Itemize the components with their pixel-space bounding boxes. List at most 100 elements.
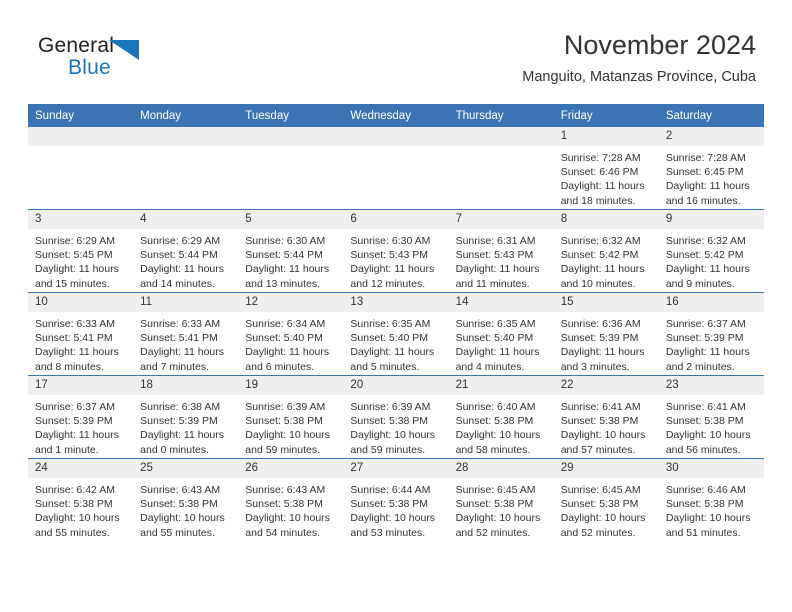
general-blue-logo[interactable]: General Blue (38, 34, 168, 86)
day-details: Sunrise: 6:34 AM Sunset: 5:40 PM Daylight:… (238, 312, 343, 374)
calendar-day-cell[interactable]: 23 Sunrise: 6:41 AM Sunset: 5:38 PM Dayligh… (658, 375, 764, 459)
day-number: 4 (133, 210, 239, 229)
calendar-day-cell[interactable]: 3 Sunrise: 6:29 AM Sunset: 5:45 PM Daylight… (28, 209, 134, 293)
daylight-text-line2: and 14 minutes. (140, 277, 215, 290)
calendar-day-cell[interactable]: 21 Sunrise: 6:40 AM Sunset: 5:38 PM Dayligh… (448, 375, 554, 459)
sunrise-text: Sunrise: 6:41 AM (560, 401, 641, 413)
day-number: 25 (133, 459, 239, 478)
calendar-day-cell[interactable]: 7 Sunrise: 6:31 AM Sunset: 5:43 PM Daylight… (448, 209, 554, 293)
logo-word-blue: Blue (68, 56, 111, 79)
calendar-day-cell[interactable]: 29 Sunrise: 6:45 AM Sunset: 5:38 PM Dayligh… (553, 458, 659, 541)
calendar-day-cell[interactable]: 2 Sunrise: 7:28 AM Sunset: 6:45 PM Daylight… (658, 127, 764, 210)
day-number: 12 (238, 293, 344, 312)
day-number: 16 (658, 293, 764, 312)
calendar-day-cell[interactable]: 16 Sunrise: 6:37 AM Sunset: 5:39 PM Dayligh… (658, 292, 764, 376)
day-details: Sunrise: 6:31 AM Sunset: 5:43 PM Daylight:… (449, 229, 554, 291)
day-number: 17 (28, 376, 134, 395)
calendar-day-cell[interactable]: 17 Sunrise: 6:37 AM Sunset: 5:39 PM Dayligh… (28, 375, 134, 459)
calendar-day-cell[interactable]: 10 Sunrise: 6:33 AM Sunset: 5:41 PM Dayligh… (28, 292, 134, 376)
calendar-day-cell[interactable]: 8 Sunrise: 6:32 AM Sunset: 5:42 PM Daylight… (553, 209, 659, 293)
sunrise-text: Sunrise: 6:29 AM (35, 235, 115, 247)
sunset-text: Sunset: 5:38 PM (665, 498, 744, 511)
weekday-header-friday: Friday (553, 104, 659, 127)
day-number: 1 (553, 127, 659, 146)
calendar-day-cell[interactable]: 12 Sunrise: 6:34 AM Sunset: 5:40 PM Dayligh… (238, 292, 344, 376)
calendar-day-cell[interactable]: 15 Sunrise: 6:36 AM Sunset: 5:39 PM Dayligh… (553, 292, 659, 376)
daylight-text-line2: and 2 minutes. (665, 360, 735, 373)
day-details: Sunrise: 6:36 AM Sunset: 5:39 PM Daylight:… (554, 312, 659, 374)
sunset-text: Sunset: 6:46 PM (560, 166, 639, 179)
daylight-text-line1: Daylight: 11 hours (245, 346, 330, 359)
sunset-text: Sunset: 5:39 PM (140, 415, 218, 428)
calendar-day-cell[interactable]: 4 Sunrise: 6:29 AM Sunset: 5:44 PM Daylight… (133, 209, 239, 293)
daylight-text-line2: and 52 minutes. (560, 526, 636, 539)
calendar-day-cell[interactable]: 22 Sunrise: 6:41 AM Sunset: 5:38 PM Dayligh… (553, 375, 659, 459)
day-details: Sunrise: 6:30 AM Sunset: 5:44 PM Daylight:… (238, 229, 343, 291)
calendar-day-cell[interactable]: 20 Sunrise: 6:39 AM Sunset: 5:38 PM Dayligh… (343, 375, 449, 459)
day-number: 8 (553, 210, 659, 229)
daylight-text-line2: and 54 minutes. (245, 526, 320, 539)
sunset-text: Sunset: 6:45 PM (665, 166, 744, 179)
calendar-day-cell-empty (238, 127, 344, 210)
daylight-text-line2: and 5 minutes. (350, 360, 420, 373)
sunset-text: Sunset: 5:40 PM (245, 332, 323, 345)
daylight-text-line1: Daylight: 10 hours (140, 512, 225, 525)
sunrise-text: Sunrise: 6:38 AM (140, 401, 221, 413)
daylight-text-line1: Daylight: 10 hours (245, 429, 330, 442)
logo-word-general: General (38, 34, 115, 57)
daylight-text-line2: and 1 minute. (35, 443, 99, 456)
day-number: 29 (553, 459, 659, 478)
calendar-day-cell[interactable]: 18 Sunrise: 6:38 AM Sunset: 5:39 PM Dayligh… (133, 375, 239, 459)
daylight-text-line2: and 6 minutes. (245, 360, 315, 373)
daylight-text-line1: Daylight: 11 hours (245, 263, 330, 276)
day-number (133, 127, 239, 146)
day-number: 24 (28, 459, 134, 478)
daylight-text-line2: and 10 minutes. (560, 277, 636, 290)
day-details: Sunrise: 6:39 AM Sunset: 5:38 PM Daylight:… (238, 395, 343, 457)
day-details: Sunrise: 6:41 AM Sunset: 5:38 PM Daylight:… (659, 395, 764, 457)
calendar-day-cell[interactable]: 28 Sunrise: 6:45 AM Sunset: 5:38 PM Dayligh… (448, 458, 554, 541)
sunset-text: Sunset: 5:44 PM (140, 249, 218, 262)
calendar-day-cell[interactable]: 5 Sunrise: 6:30 AM Sunset: 5:44 PM Daylight… (238, 209, 344, 293)
day-details: Sunrise: 6:39 AM Sunset: 5:38 PM Daylight:… (343, 395, 448, 457)
daylight-text-line1: Daylight: 11 hours (665, 263, 750, 276)
calendar-day-cell-empty (343, 127, 449, 210)
calendar-day-cell[interactable]: 9 Sunrise: 6:32 AM Sunset: 5:42 PM Daylight… (658, 209, 764, 293)
sunset-text: Sunset: 5:42 PM (665, 249, 744, 262)
day-details: Sunrise: 6:35 AM Sunset: 5:40 PM Daylight:… (449, 312, 554, 374)
calendar-day-cell[interactable]: 24 Sunrise: 6:42 AM Sunset: 5:38 PM Dayligh… (28, 458, 134, 541)
sunrise-text: Sunrise: 6:39 AM (245, 401, 326, 413)
day-number (343, 127, 449, 146)
calendar-day-cell-empty (28, 127, 134, 210)
daylight-text-line1: Daylight: 11 hours (455, 263, 540, 276)
daylight-text-line2: and 51 minutes. (665, 526, 741, 539)
weekday-header-saturday: Saturday (658, 104, 764, 127)
calendar-day-cell[interactable]: 27 Sunrise: 6:44 AM Sunset: 5:38 PM Dayligh… (343, 458, 449, 541)
calendar-day-cell[interactable]: 13 Sunrise: 6:35 AM Sunset: 5:40 PM Dayligh… (343, 292, 449, 376)
calendar-page: General Blue November 2024 Manguito, Mat… (0, 0, 792, 612)
weekday-header-sunday: Sunday (28, 104, 134, 127)
calendar-day-cell[interactable]: 14 Sunrise: 6:35 AM Sunset: 5:40 PM Dayligh… (448, 292, 554, 376)
sunset-text: Sunset: 5:39 PM (665, 332, 744, 345)
calendar-day-cell[interactable]: 19 Sunrise: 6:39 AM Sunset: 5:38 PM Dayligh… (238, 375, 344, 459)
calendar-day-cell[interactable]: 11 Sunrise: 6:33 AM Sunset: 5:41 PM Dayligh… (133, 292, 239, 376)
sunset-text: Sunset: 5:38 PM (245, 498, 323, 511)
daylight-text-line1: Daylight: 11 hours (560, 263, 645, 276)
calendar-day-cell[interactable]: 1 Sunrise: 7:28 AM Sunset: 6:46 PM Daylight… (553, 127, 659, 210)
sunrise-text: Sunrise: 6:31 AM (455, 235, 536, 247)
calendar-day-cell[interactable]: 30 Sunrise: 6:46 AM Sunset: 5:38 PM Dayligh… (658, 458, 764, 541)
title-block: November 2024 Manguito, Matanzas Provinc… (522, 28, 756, 88)
calendar-day-cell[interactable]: 25 Sunrise: 6:43 AM Sunset: 5:38 PM Dayligh… (133, 458, 239, 541)
day-number: 20 (343, 376, 449, 395)
sunrise-text: Sunrise: 6:43 AM (140, 484, 221, 496)
day-details: Sunrise: 6:38 AM Sunset: 5:39 PM Daylight:… (133, 395, 238, 457)
calendar-day-cell[interactable]: 26 Sunrise: 6:43 AM Sunset: 5:38 PM Dayligh… (238, 458, 344, 541)
daylight-text-line2: and 59 minutes. (245, 443, 320, 456)
sunrise-text: Sunrise: 6:45 AM (455, 484, 536, 496)
day-details: Sunrise: 6:32 AM Sunset: 5:42 PM Daylight:… (554, 229, 659, 291)
daylight-text-line2: and 0 minutes. (140, 443, 210, 456)
daylight-text-line1: Daylight: 11 hours (35, 346, 119, 359)
daylight-text-line2: and 11 minutes. (455, 277, 530, 290)
sunset-text: Sunset: 5:40 PM (455, 332, 534, 345)
calendar-day-cell[interactable]: 6 Sunrise: 6:30 AM Sunset: 5:43 PM Daylight… (343, 209, 449, 293)
